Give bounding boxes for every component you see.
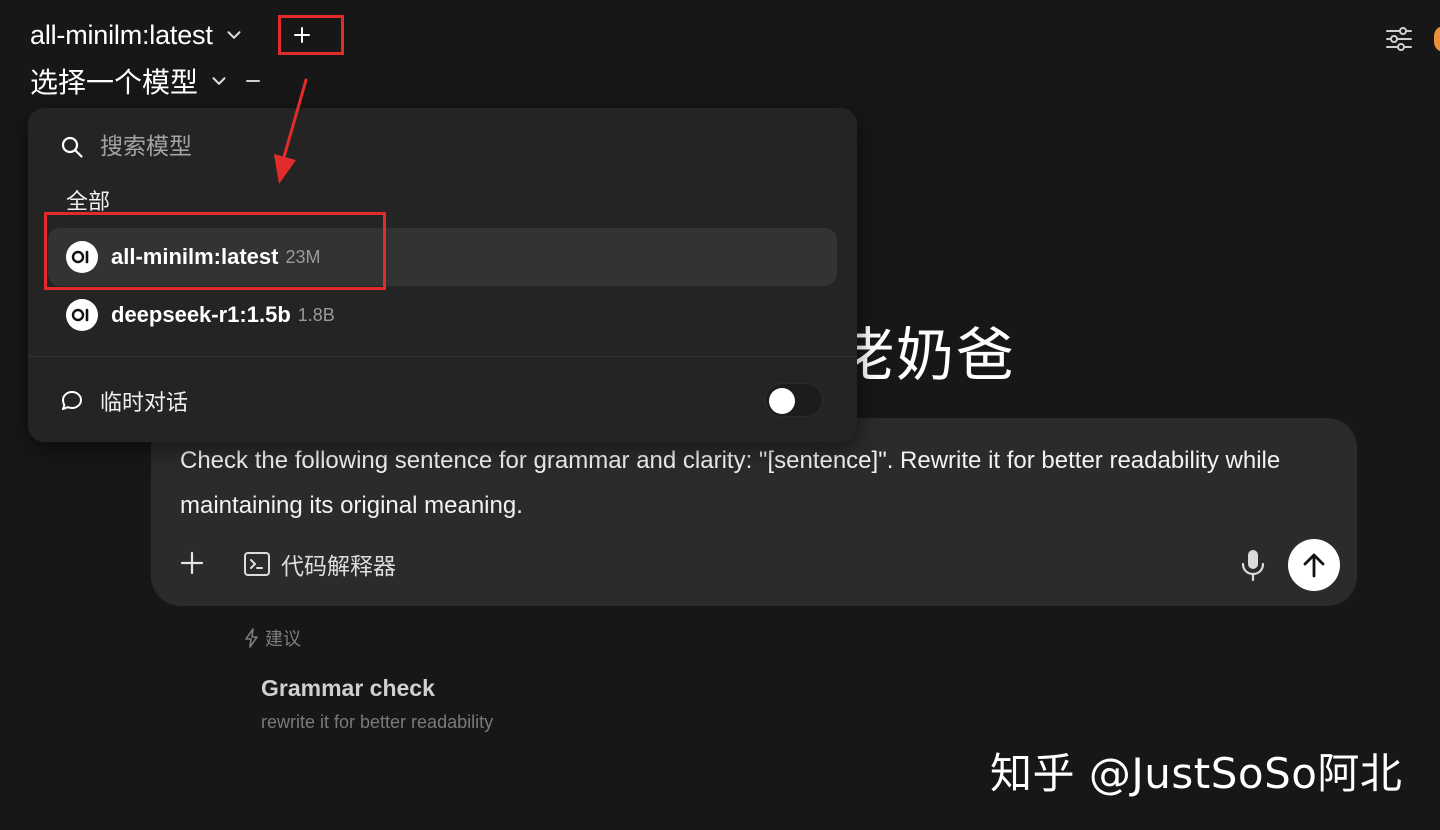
model-selector-secondary-label: 选择一个模型	[30, 66, 199, 99]
temporary-chat-toggle[interactable]	[765, 383, 823, 417]
model-search[interactable]	[60, 132, 780, 162]
chat-bubble-icon	[62, 391, 82, 410]
code-interpreter-button[interactable]: 代码解释器	[243, 547, 396, 581]
temporary-chat-label: 临时对话	[100, 391, 189, 416]
prompt-input[interactable]: Check the following sentence for grammar…	[180, 438, 1320, 528]
suggestions-header: 建议	[243, 626, 301, 650]
send-button[interactable]	[1288, 539, 1340, 591]
model-option-name: deepseek-r1:1.5b	[111, 302, 291, 327]
code-interpreter-label: 代码解释器	[281, 554, 396, 580]
welcome-heading: 佬奶爸	[836, 321, 1017, 389]
microphone-icon[interactable]	[1238, 547, 1268, 583]
temporary-chat-row[interactable]: 临时对话	[60, 386, 188, 416]
model-option-deepseek[interactable]: deepseek-r1:1.5b 1.8B	[48, 286, 837, 344]
settings-sliders-icon[interactable]	[1384, 24, 1414, 54]
avatar[interactable]	[1434, 26, 1440, 52]
lightning-icon	[245, 628, 258, 648]
model-option-size: 1.8B	[297, 304, 335, 325]
chevron-down-icon	[227, 31, 241, 39]
annotation-highlight-box	[44, 212, 386, 290]
annotation-arrow-icon	[274, 78, 308, 184]
model-selector-secondary[interactable]: 选择一个模型	[30, 60, 262, 102]
suggestion-subtitle[interactable]: rewrite it for better readability	[261, 712, 493, 733]
model-selector-primary[interactable]: all-minilm:latest	[30, 14, 245, 56]
search-icon	[61, 136, 83, 158]
arrow-up-icon	[1303, 553, 1325, 578]
suggestion-title[interactable]: Grammar check	[261, 675, 435, 702]
terminal-icon	[244, 552, 270, 576]
toggle-knob	[769, 388, 795, 414]
watermark: 知乎 @JustSoSo阿北	[990, 749, 1403, 798]
remove-model-icon[interactable]	[244, 72, 262, 90]
suggestions-header-label: 建议	[265, 629, 301, 650]
model-selector-primary-label: all-minilm:latest	[30, 19, 213, 50]
plus-icon	[294, 27, 310, 43]
ollama-icon	[66, 299, 98, 331]
attach-plus-icon[interactable]	[178, 549, 206, 577]
dropdown-divider	[28, 356, 857, 357]
add-model-button[interactable]	[278, 15, 344, 55]
model-search-input[interactable]	[100, 134, 780, 160]
chevron-down-icon	[212, 77, 226, 85]
